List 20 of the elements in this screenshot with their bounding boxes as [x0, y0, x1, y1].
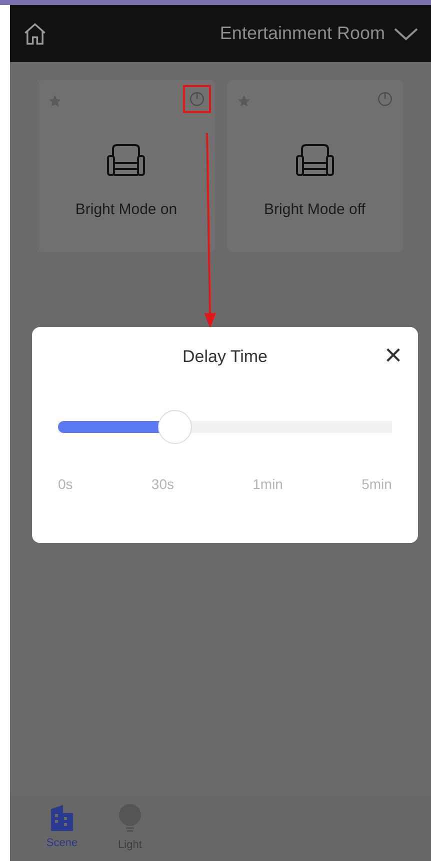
dialog-title: Delay Time — [182, 346, 268, 368]
home-icon[interactable] — [22, 20, 48, 46]
tick-label: 0s — [58, 475, 73, 494]
tick-label: 5min — [362, 475, 392, 494]
scene-card[interactable]: Bright Mode off — [226, 80, 403, 252]
sofa-icon — [294, 143, 335, 177]
tab[interactable]: Scene — [40, 803, 84, 861]
slider-thumb[interactable] — [158, 410, 192, 444]
scene-name: Bright Mode off — [264, 200, 366, 220]
tick-label: 30s — [151, 475, 174, 494]
sofa-icon — [106, 143, 146, 177]
tick-label: 1min — [252, 475, 283, 494]
timer-icon[interactable] — [188, 91, 204, 107]
scene-card[interactable]: Bright Mode on — [38, 80, 214, 252]
building-icon — [49, 803, 75, 831]
close-button[interactable]: × — [384, 341, 402, 371]
room-selector[interactable]: Entertainment Room — [220, 20, 385, 47]
chevron-down-icon[interactable] — [393, 26, 419, 42]
timer-icon[interactable] — [377, 91, 393, 107]
scene-name: Bright Mode on — [75, 200, 178, 220]
